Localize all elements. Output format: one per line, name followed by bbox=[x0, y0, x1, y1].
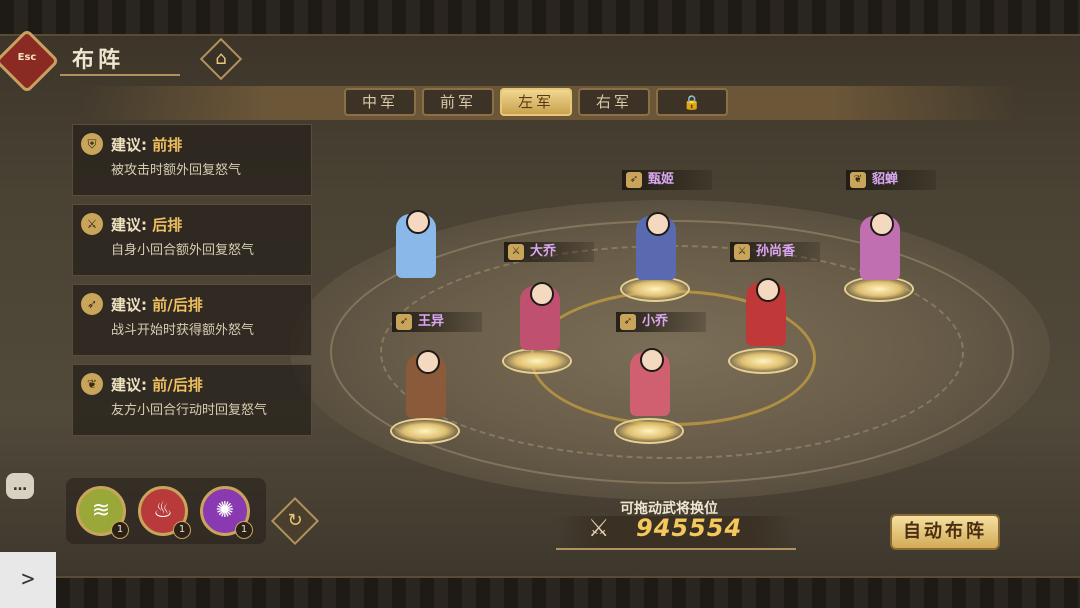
leaf-icon: ❦ bbox=[81, 373, 103, 395]
leaf-icon: ❦ bbox=[850, 172, 866, 188]
esc-label[interactable]: Esc bbox=[12, 52, 42, 63]
swirl-icon: ✺ bbox=[215, 498, 235, 523]
hero-nameplate: ⚔ 大乔 bbox=[504, 242, 594, 262]
suggestion-position: 前排 bbox=[152, 136, 183, 154]
hero-sprite[interactable] bbox=[746, 278, 786, 346]
suggestion-position: 后排 bbox=[152, 216, 183, 234]
lock-icon: 🔒 bbox=[683, 95, 701, 111]
game-screen: Esc 布阵 ⌂ 中军 前军 左军 右军 🔒 ⛨ 建议: 前排 被攻击时额外回复… bbox=[0, 0, 1080, 608]
suggestion-head: 建议: bbox=[111, 296, 147, 314]
hero-nameplate: ➶ 王异 bbox=[392, 312, 482, 332]
suggestion-card: ➶ 建议: 前/后排 战斗开始时获得额外怒气 bbox=[72, 284, 312, 356]
tab-front-army[interactable]: 前军 bbox=[422, 88, 494, 116]
crossed-swords-icon: ⚔ bbox=[588, 514, 610, 542]
hero-sprite[interactable] bbox=[636, 212, 676, 280]
hero-pad bbox=[614, 418, 684, 444]
suggestion-desc: 友方小回合行动时回复怒气 bbox=[111, 403, 268, 418]
skill-wind[interactable]: ≋ 1 bbox=[76, 486, 129, 539]
suggestion-card: ⚔ 建议: 后排 自身小回合额外回复怒气 bbox=[72, 204, 312, 276]
suggestion-head: 建议: bbox=[111, 136, 147, 154]
home-icon[interactable]: ⌂ bbox=[209, 47, 233, 71]
skill-level: 1 bbox=[235, 521, 253, 539]
suggestion-desc: 被攻击时额外回复怒气 bbox=[111, 163, 242, 178]
suggestion-head: 建议: bbox=[111, 216, 147, 234]
hero-pad bbox=[502, 348, 572, 374]
tab-left-army[interactable]: 左军 bbox=[500, 88, 572, 116]
refresh-icon[interactable]: ↻ bbox=[281, 507, 309, 535]
skill-fire[interactable]: ♨ 1 bbox=[138, 486, 191, 539]
tab-locked[interactable]: 🔒 bbox=[656, 88, 728, 116]
top-border bbox=[0, 0, 1080, 36]
wind-icon: ≋ bbox=[91, 498, 111, 523]
tab-center-army[interactable]: 中军 bbox=[344, 88, 416, 116]
spear-icon: ➶ bbox=[396, 314, 412, 330]
chat-icon[interactable]: … bbox=[6, 473, 34, 499]
title-underline bbox=[60, 74, 180, 76]
spear-icon: ➶ bbox=[620, 314, 636, 330]
hero-nameplate: ➶ 小乔 bbox=[616, 312, 706, 332]
suggestion-head: 建议: bbox=[111, 376, 147, 394]
auto-formation-button[interactable]: 自动布阵 bbox=[890, 514, 1000, 550]
skill-level: 1 bbox=[111, 521, 129, 539]
spear-icon: ➶ bbox=[81, 293, 103, 315]
tab-right-army[interactable]: 右军 bbox=[578, 88, 650, 116]
suggestion-position: 前/后排 bbox=[152, 376, 203, 394]
bottom-border bbox=[0, 576, 1080, 608]
hero-sprite[interactable] bbox=[406, 350, 446, 418]
suggestion-position: 前/后排 bbox=[152, 296, 203, 314]
hero-nameplate: ➶ 甄姬 bbox=[622, 170, 712, 190]
hero-sprite[interactable] bbox=[630, 348, 670, 416]
page-title: 布阵 bbox=[72, 48, 125, 73]
skill-swirl[interactable]: ✺ 1 bbox=[200, 486, 253, 539]
sword-icon: ⚔ bbox=[81, 213, 103, 235]
sword-icon: ⚔ bbox=[508, 244, 524, 260]
hero-pad bbox=[390, 418, 460, 444]
fire-icon: ♨ bbox=[153, 498, 173, 523]
spear-icon: ➶ bbox=[626, 172, 642, 188]
sword-icon: ⚔ bbox=[734, 244, 750, 260]
suggestion-desc: 战斗开始时获得额外怒气 bbox=[111, 323, 255, 338]
hero-nameplate: ❦ 貂蝉 bbox=[846, 170, 936, 190]
suggestion-desc: 自身小回合额外回复怒气 bbox=[111, 243, 255, 258]
side-arrow-button[interactable]: > bbox=[0, 552, 56, 608]
power-value: 945554 bbox=[636, 514, 743, 542]
shield-icon: ⛨ bbox=[81, 133, 103, 155]
hero-nameplate: ⚔ 孙尚香 bbox=[730, 242, 820, 262]
hero-sprite[interactable] bbox=[396, 210, 436, 278]
hero-sprite[interactable] bbox=[520, 282, 560, 350]
suggestion-card: ⛨ 建议: 前排 被攻击时额外回复怒气 bbox=[72, 124, 312, 196]
hero-sprite[interactable] bbox=[860, 212, 900, 280]
skill-level: 1 bbox=[173, 521, 191, 539]
hero-pad bbox=[728, 348, 798, 374]
suggestion-card: ❦ 建议: 前/后排 友方小回合行动时回复怒气 bbox=[72, 364, 312, 436]
